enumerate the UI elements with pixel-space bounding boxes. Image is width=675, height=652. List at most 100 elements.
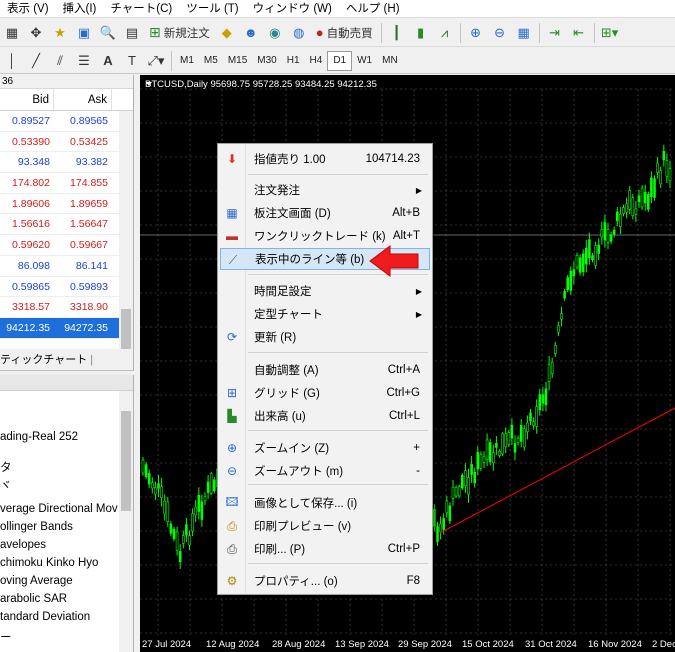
navigator-item[interactable]: oving Average — [0, 575, 118, 587]
menu-item[interactable]: 時間足設定 ▶ — [220, 280, 430, 302]
ask-price: 86.141 — [75, 259, 108, 272]
menu-window[interactable]: ウィンドウ (W) — [246, 0, 339, 18]
text-label-icon[interactable]: T — [121, 50, 143, 72]
market-watch-icon[interactable]: ▣ — [73, 22, 95, 44]
navigator-item[interactable]: tandard Deviation — [0, 611, 118, 623]
navigator-scrollbar[interactable] — [119, 391, 133, 652]
menu-item[interactable]: ▦ 板注文画面 (D) Alt+B — [220, 202, 430, 224]
text-icon[interactable]: A — [97, 50, 119, 72]
market-icon[interactable]: ◉ — [264, 22, 286, 44]
navigator-item[interactable]: chimoku Kinko Hyo — [0, 557, 118, 569]
navigator-item[interactable]: タ — [0, 459, 118, 475]
new-order-button[interactable]: ⊞ 新規注文 — [145, 22, 214, 44]
navigator-item[interactable]: verage Directional Mov — [0, 503, 118, 515]
menu-item-shortcut: Alt+T — [392, 230, 420, 242]
candle-body — [513, 443, 517, 453]
market-watch-row[interactable]: 86.098 86.141 — [0, 256, 133, 277]
menu-item[interactable]: 自動調整 (A) Ctrl+A — [220, 359, 430, 381]
market-watch-row[interactable]: 174.802 174.855 — [0, 173, 133, 194]
menu-insert[interactable]: 挿入(I) — [56, 0, 104, 18]
menu-item-label: ワンクリックトレード (k) — [254, 231, 386, 243]
menu-item[interactable]: 🖾 画像として保存... (i) — [220, 492, 430, 514]
navigator-item[interactable]: ading-Real 252 — [0, 431, 118, 443]
vps-icon[interactable]: ◍ — [288, 22, 310, 44]
indicators-icon[interactable]: ⊞▾ — [599, 22, 621, 44]
channel-icon[interactable]: ⫽ — [49, 50, 71, 72]
menu-separator — [248, 484, 428, 485]
tile-windows-icon[interactable]: ▦ — [513, 22, 535, 44]
candle-body — [203, 496, 207, 502]
market-watch-row[interactable]: 1.89606 1.89659 — [0, 194, 133, 215]
trendline-icon[interactable]: ╱ — [25, 50, 47, 72]
market-watch-scrollbar[interactable] — [119, 111, 133, 349]
menu-tools[interactable]: ツール (T) — [179, 0, 245, 18]
menu-item[interactable]: ⊞ グリッド (G) Ctrl+G — [220, 382, 430, 404]
fibonacci-icon[interactable]: ☰ — [73, 50, 95, 72]
auto-trading-label: 自動売買 — [326, 27, 373, 40]
market-watch-row[interactable]: 0.59865 0.59893 — [0, 277, 133, 298]
timeframe-m15[interactable]: M15 — [223, 51, 252, 71]
navigator-item[interactable]: avelopes — [0, 539, 118, 551]
timeframe-h1[interactable]: H1 — [282, 51, 305, 71]
market-watch-row[interactable]: 0.89527 0.89565 — [0, 111, 133, 132]
navigator-item[interactable]: arabolic SAR — [0, 593, 118, 605]
navigator-item[interactable]: ヾ — [0, 477, 118, 493]
market-watch-row[interactable]: 3318.57 3318.90 — [0, 297, 133, 318]
new-chart-icon[interactable]: ▦ — [1, 22, 23, 44]
timeframe-mn[interactable]: MN — [377, 51, 403, 71]
ask-column-header[interactable]: Ask — [54, 89, 112, 110]
menu-item[interactable]: ⎙ 印刷プレビュー (v) — [220, 515, 430, 537]
print-icon: ⎙ — [227, 541, 237, 556]
menu-view[interactable]: 表示 (V) — [0, 0, 56, 18]
menu-charts[interactable]: チャート(C) — [103, 0, 179, 18]
market-watch-row[interactable]: 0.53390 0.53425 — [0, 132, 133, 153]
line-chart-icon[interactable]: ⩘ — [434, 22, 456, 44]
timeframe-m30[interactable]: M30 — [252, 51, 281, 71]
menu-item[interactable]: ⚙ プロパティ... (o) F8 — [220, 570, 430, 592]
toolbar-separator — [593, 22, 595, 43]
signals-icon[interactable]: ☻ — [240, 22, 262, 44]
market-watch-row[interactable]: 0.59620 0.59667 — [0, 235, 133, 256]
zoom-in-icon[interactable]: ⊕ — [465, 22, 487, 44]
profiles-icon[interactable]: ★ — [49, 22, 71, 44]
vertical-line-icon[interactable]: │ — [1, 50, 23, 72]
menu-item[interactable]: 定型チャート ▶ — [220, 303, 430, 325]
scrollbar-thumb[interactable] — [121, 309, 131, 349]
menu-item[interactable]: ⎙ 印刷... (P) Ctrl+P — [220, 538, 430, 560]
auto-scroll-icon[interactable]: ⇥ — [544, 22, 566, 44]
bid-column-header[interactable]: Bid — [0, 89, 54, 110]
candle-body — [197, 494, 201, 512]
timeframe-m5[interactable]: M5 — [199, 51, 223, 71]
candle-body — [535, 406, 539, 427]
menu-item[interactable]: 注文発注 ▶ — [220, 179, 430, 201]
time-axis-label: 28 Aug 2024 — [272, 639, 326, 650]
timeframe-h4[interactable]: H4 — [305, 51, 328, 71]
bar-chart-icon[interactable]: ┃ — [386, 22, 408, 44]
navigator-item[interactable]: ollinger Bands — [0, 521, 118, 533]
timeframe-m1[interactable]: M1 — [175, 51, 199, 71]
scrollbar-thumb[interactable] — [121, 411, 131, 511]
navigator-icon[interactable]: ▤ — [121, 22, 143, 44]
market-watch-row[interactable]: 94212.35 94272.35 — [0, 317, 133, 339]
arrows-icon[interactable]: ⤢▾ — [145, 50, 167, 72]
menu-help[interactable]: ヘルプ (H) — [339, 0, 407, 18]
timeframe-d1[interactable]: D1 — [327, 50, 353, 71]
data-window-icon[interactable]: 🔍 — [97, 22, 119, 44]
candlestick-icon[interactable]: ▮ — [410, 22, 432, 44]
candle-body — [147, 473, 151, 485]
menu-item[interactable]: ⊖ ズームアウト (m) - — [220, 460, 430, 482]
navigator-item[interactable]: ー — [0, 629, 118, 645]
menu-item[interactable]: ▙ 出来高 (u) Ctrl+L — [220, 405, 430, 427]
menu-item[interactable]: ⟳ 更新 (R) — [220, 326, 430, 348]
market-watch-row[interactable]: 1.56616 1.56647 — [0, 214, 133, 236]
zoom-out-icon[interactable]: ⊖ — [489, 22, 511, 44]
chart-shift-icon[interactable]: ⇤ — [568, 22, 590, 44]
metaeditor-icon[interactable]: ◆ — [216, 22, 238, 44]
timeframe-w1[interactable]: W1 — [352, 51, 377, 71]
menu-item[interactable]: ⬇ 指値売り 1.00 104714.23 — [220, 148, 430, 170]
market-watch-row[interactable]: 93.348 93.382 — [0, 152, 133, 174]
tab-tick-chart[interactable]: ティックチャート — [0, 354, 87, 366]
auto-trading-button[interactable]: ● 自動売買 — [312, 22, 377, 44]
crosshair-move-icon[interactable]: ✥ — [25, 22, 47, 44]
menu-item[interactable]: ⊕ ズームイン (Z) + — [220, 437, 430, 459]
